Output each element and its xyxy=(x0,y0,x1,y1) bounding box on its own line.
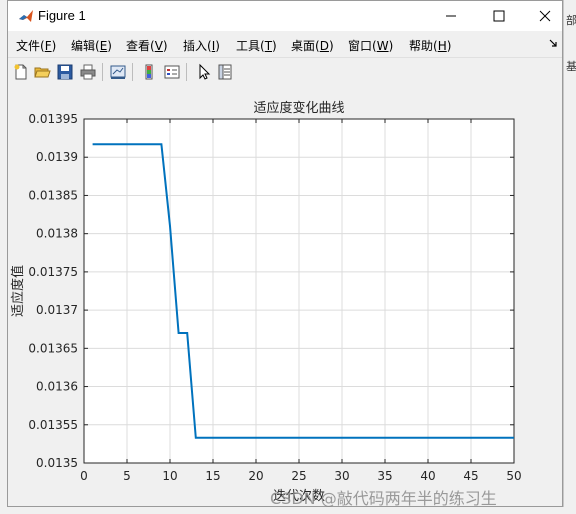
window-title: Figure 1 xyxy=(38,8,86,23)
x-tick-label: 10 xyxy=(162,469,177,483)
background-app-right: 部 基 xyxy=(563,0,576,514)
x-tick-label: 25 xyxy=(291,469,306,483)
menu-view[interactable]: 查看(V) xyxy=(126,37,168,54)
menu-bar: 文件(F) 编辑(E) 查看(V) 插入(I) 工具(T) 桌面(D) 窗口(W… xyxy=(8,31,562,57)
maximize-icon xyxy=(493,10,505,22)
y-tick-label: 0.01375 xyxy=(28,265,78,279)
chart: 0 5 10 15 20 25 30 35 40 45 50 0.0135 0.01355 0.0136… xyxy=(10,100,522,504)
maximize-button[interactable] xyxy=(476,1,522,31)
open-file-icon[interactable] xyxy=(33,63,51,81)
x-tick-label: 50 xyxy=(506,469,521,483)
toolbar-separator xyxy=(102,63,103,81)
y-tick-label: 0.0139 xyxy=(36,150,78,164)
y-tick-label: 0.01395 xyxy=(28,112,78,126)
figure-window: Figure 1 文件(F) 编辑(E) 查看(V) 插入(I) 工具(T) 桌… xyxy=(7,0,563,507)
close-icon xyxy=(539,10,551,22)
menu-window[interactable]: 窗口(W) xyxy=(348,37,393,54)
y-axis-label: 适应度值 xyxy=(10,265,26,317)
property-editor-icon[interactable] xyxy=(216,63,234,81)
y-tick-labels: 0.0135 0.01355 0.0136 0.01365 0.0137 0.01375 0… xyxy=(28,112,78,470)
menu-edit[interactable]: 编辑(E) xyxy=(71,37,112,54)
toolbar xyxy=(8,57,562,87)
title-bar[interactable]: Figure 1 xyxy=(8,1,562,31)
x-tick-label: 15 xyxy=(205,469,220,483)
save-icon[interactable] xyxy=(56,63,74,81)
menu-tools[interactable]: 工具(T) xyxy=(236,37,277,54)
print-icon[interactable] xyxy=(79,63,97,81)
colorbar-icon[interactable] xyxy=(140,63,158,81)
x-tick-label: 5 xyxy=(123,469,131,483)
background-text-fragment: 基 xyxy=(566,60,576,73)
pointer-icon[interactable] xyxy=(194,63,212,81)
x-tick-label: 30 xyxy=(334,469,349,483)
link-plot-icon[interactable] xyxy=(109,63,127,81)
menu-desktop[interactable]: 桌面(D) xyxy=(291,37,334,54)
y-tick-label: 0.01385 xyxy=(28,188,78,202)
y-tick-label: 0.0138 xyxy=(36,227,78,241)
watermark: CSDN @敲代码两年半的练习生 xyxy=(270,489,497,508)
y-tick-label: 0.0135 xyxy=(36,456,78,470)
minimize-button[interactable] xyxy=(428,1,474,31)
toolbar-separator xyxy=(186,63,187,81)
menu-insert[interactable]: 插入(I) xyxy=(183,37,220,54)
x-tick-label: 20 xyxy=(248,469,263,483)
menu-overflow-icon[interactable] xyxy=(548,38,558,48)
minimize-icon xyxy=(446,15,456,17)
x-tick-labels: 0 5 10 15 20 25 30 35 40 45 50 xyxy=(80,469,521,483)
menu-help[interactable]: 帮助(H) xyxy=(409,37,451,54)
menu-file[interactable]: 文件(F) xyxy=(16,37,56,54)
matlab-icon xyxy=(18,8,34,24)
chart-title: 适应度变化曲线 xyxy=(253,100,344,116)
x-tick-label: 35 xyxy=(377,469,392,483)
y-tick-label: 0.01365 xyxy=(28,341,78,355)
new-figure-icon[interactable] xyxy=(12,63,30,81)
x-tick-label: 0 xyxy=(80,469,88,483)
figure-canvas: 0 5 10 15 20 25 30 35 40 45 50 0.0135 0.01355 0.0136… xyxy=(8,86,562,506)
legend-icon[interactable] xyxy=(163,63,181,81)
x-tick-label: 45 xyxy=(463,469,478,483)
y-tick-label: 0.0136 xyxy=(36,380,78,394)
x-tick-label: 40 xyxy=(420,469,435,483)
y-tick-label: 0.0137 xyxy=(36,303,78,317)
toolbar-separator xyxy=(132,63,133,81)
close-button[interactable] xyxy=(522,1,568,31)
y-tick-label: 0.01355 xyxy=(28,418,78,432)
